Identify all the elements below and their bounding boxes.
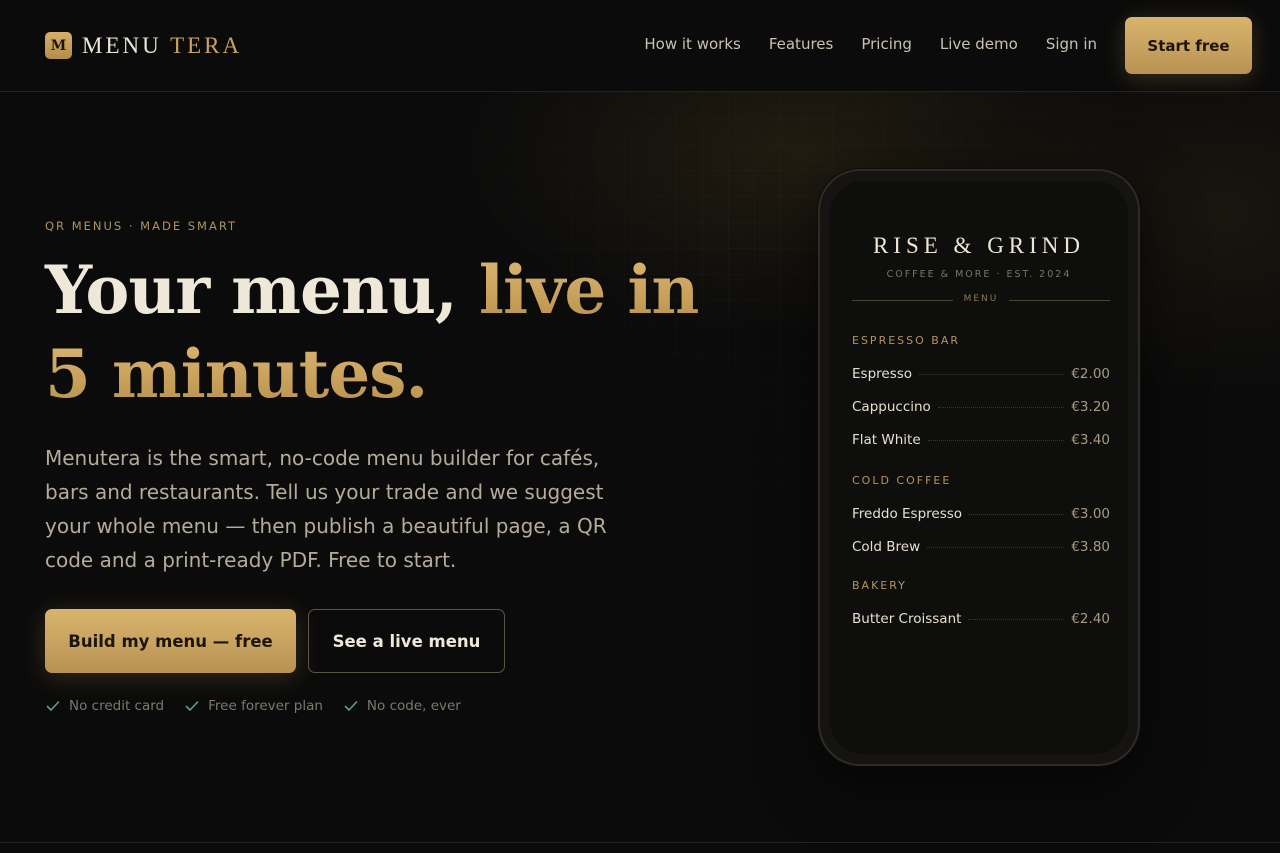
menu-item-name: Flat White	[852, 432, 921, 448]
menu-divider: MENU	[852, 294, 1110, 304]
menu-item-price: €2.40	[1071, 611, 1110, 627]
dot-leader	[969, 513, 1065, 515]
dot-leader	[937, 406, 1065, 408]
headline-plain: Your menu,	[45, 251, 479, 329]
menu-item-price: €3.00	[1071, 506, 1110, 522]
nav-link-pricing[interactable]: Pricing	[861, 35, 912, 53]
hero-headline: Your menu, live in 5 minutes.	[45, 248, 745, 416]
menu-item[interactable]: Freddo Espresso €3.00	[852, 505, 1110, 523]
logo[interactable]: M MENU TERA	[45, 32, 242, 59]
menu-item[interactable]: Cold Brew €3.80	[852, 538, 1110, 556]
check-label: Free forever plan	[208, 698, 323, 714]
build-menu-button[interactable]: Build my menu — free	[45, 609, 296, 673]
menu-section-title: ESPRESSO BAR	[852, 334, 960, 347]
menu-label: MENU	[963, 294, 999, 304]
menu-item-name: Espresso	[852, 366, 913, 382]
nav-link-live-demo[interactable]: Live demo	[940, 35, 1018, 53]
divider-line	[1009, 300, 1110, 301]
check-icon	[46, 701, 60, 711]
dot-leader	[927, 546, 1065, 548]
logo-wordmark: MENU TERA	[82, 33, 242, 59]
phone-mockup: RISE & GRIND COFFEE & MORE · EST. 2024 M…	[818, 169, 1140, 766]
check-item: No code, ever	[343, 698, 461, 714]
menu-item-name: Cold Brew	[852, 539, 921, 555]
check-item: No credit card	[45, 698, 164, 714]
check-item: Free forever plan	[184, 698, 323, 714]
menu-venue-name: RISE & GRIND	[872, 233, 1086, 258]
menu-section-title: COLD COFFEE	[852, 474, 952, 487]
menu-item-price: €2.00	[1071, 366, 1110, 382]
section-divider	[0, 842, 1280, 843]
see-live-menu-button[interactable]: See a live menu	[308, 609, 505, 673]
headline-gold-2: 5 minutes.	[45, 335, 428, 413]
site-header: M MENU TERA How it works Features Pricin…	[0, 0, 1280, 92]
menu-venue-tagline: COFFEE & MORE · EST. 2024	[886, 269, 1072, 280]
check-icon	[344, 701, 358, 711]
nav-link-features[interactable]: Features	[769, 35, 834, 53]
check-label: No code, ever	[366, 698, 461, 714]
logo-mark-icon: M	[45, 32, 72, 59]
menu-item-name: Freddo Espresso	[852, 506, 963, 522]
menu-item-name: Butter Croissant	[852, 611, 962, 627]
start-free-button[interactable]: Start free	[1125, 17, 1252, 74]
check-icon	[185, 701, 199, 711]
main-nav: How it works Features Pricing Live demo …	[616, 35, 1097, 53]
nav-link-sign-in[interactable]: Sign in	[1046, 35, 1097, 53]
headline-gold-1: live in	[478, 251, 700, 329]
menu-item-price: €3.20	[1071, 399, 1110, 415]
dot-leader	[919, 373, 1065, 375]
check-label: No credit card	[69, 698, 165, 714]
hero-eyebrow: QR MENUS · MADE SMART	[45, 219, 238, 233]
menu-item-price: €3.40	[1071, 432, 1110, 448]
menu-item[interactable]: Butter Croissant €2.40	[852, 610, 1110, 628]
dot-leader	[968, 618, 1065, 620]
phone-screen: RISE & GRIND COFFEE & MORE · EST. 2024 M…	[830, 181, 1128, 754]
menu-item-price: €3.80	[1071, 539, 1110, 555]
menu-item[interactable]: Espresso €2.00	[852, 365, 1110, 383]
menu-item[interactable]: Cappuccino €3.20	[852, 398, 1110, 416]
dot-leader	[927, 439, 1065, 441]
menu-item[interactable]: Flat White €3.40	[852, 431, 1110, 449]
logo-wordmark-part2: TERA	[170, 32, 243, 58]
logo-wordmark-part1: MENU	[82, 32, 162, 58]
menu-item-name: Cappuccino	[852, 399, 931, 415]
nav-link-how-it-works[interactable]: How it works	[644, 35, 740, 53]
hero-description: Menutera is the smart, no-code menu buil…	[45, 446, 607, 572]
menu-section-title: BAKERY	[852, 579, 907, 592]
feature-checks: No credit card Free forever plan No code…	[45, 698, 481, 714]
